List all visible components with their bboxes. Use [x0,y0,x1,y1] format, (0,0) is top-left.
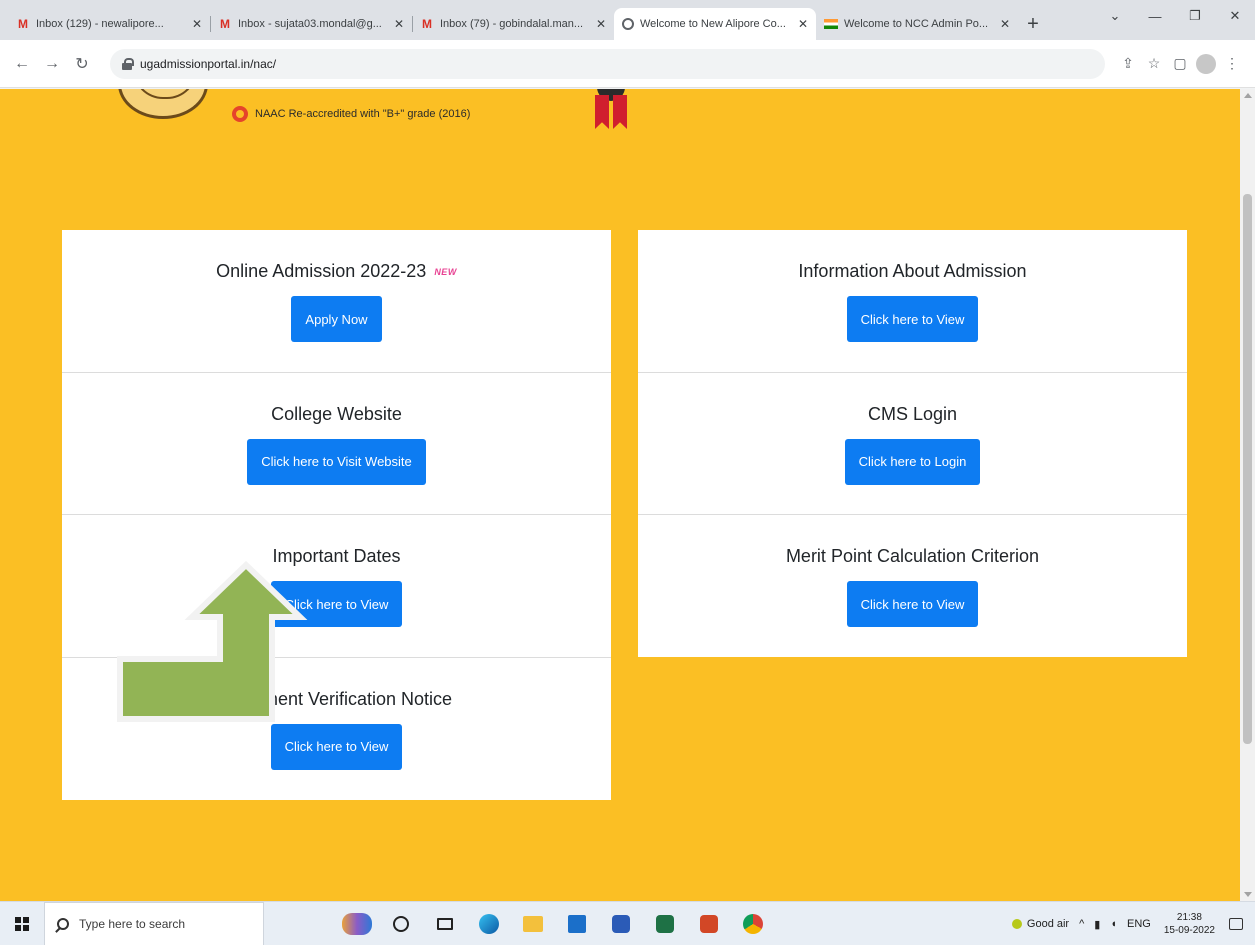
close-icon[interactable]: ✕ [192,17,202,31]
apply-now-button[interactable]: Apply Now [291,296,382,342]
file-explorer-icon[interactable] [515,906,551,942]
cms-login-button[interactable]: Click here to Login [844,438,981,485]
close-icon[interactable]: ✕ [798,17,808,31]
scroll-down-icon[interactable] [1244,892,1252,897]
clock-date: 15-09-2022 [1163,925,1215,936]
chevron-down-icon[interactable]: ⌄ [1095,0,1135,32]
browser-tab-strip: M Inbox (129) - newalipore... ✕ M Inbox … [0,0,1255,40]
merit-point-heading: Merit Point Calculation Criterion [785,546,1040,566]
weather-text: Good air [1026,918,1070,930]
task-view-icon[interactable] [427,906,463,942]
browser-tab[interactable]: M Inbox (79) - gobindalal.man... ✕ [412,8,614,40]
scroll-up-icon[interactable] [1244,93,1252,98]
volume-icon[interactable]: ◖ [1110,918,1117,930]
tab-title: Welcome to New Alipore Co... [640,18,786,30]
minimize-icon[interactable]: — [1135,0,1175,32]
close-icon[interactable]: ✕ [596,17,606,31]
page-scrollbar[interactable] [1240,89,1255,901]
merit-point-view-button[interactable]: Click here to View [846,581,979,627]
language-indicator[interactable]: ENG [1127,918,1151,930]
gmail-icon: M [220,17,230,31]
taskbar-search-box[interactable]: Type here to search [44,901,264,945]
back-arrow-icon[interactable]: ← [10,52,34,76]
cms-login-heading: CMS Login [867,403,958,424]
college-emblem-icon [118,89,208,119]
powerpoint-app-icon[interactable] [691,906,727,942]
notification-icon[interactable] [1229,918,1243,930]
air-quality-icon [1011,919,1022,929]
online-admission-section: Online Admission 2022-23 NEW Apply Now [62,230,611,373]
naac-text: NAAC Re-accredited with "B+" grade (2016… [255,108,471,120]
chrome-icon[interactable] [735,906,771,942]
share-icon[interactable]: ⇪ [1115,51,1141,77]
tab-title: Inbox - sujata03.mondal@g... [238,18,382,30]
admission-info-view-button[interactable]: Click here to View [846,296,979,342]
browser-tab[interactable]: M Inbox - sujata03.mondal@g... ✕ [210,8,412,40]
new-tab-button[interactable]: + [1018,8,1048,40]
side-panel-icon[interactable]: ▢ [1167,51,1193,77]
green-arrow-annotation-icon [117,560,308,722]
network-icon[interactable]: ▮ [1094,918,1100,931]
browser-tab[interactable]: M Inbox (129) - newalipore... ✕ [8,8,210,40]
globe-icon [622,18,634,30]
system-tray: Good air ^ ▮ ◖ ENG 21:38 15-09-2022 [1007,902,1255,945]
close-window-icon[interactable]: ✕ [1215,0,1255,32]
close-icon[interactable]: ✕ [1000,17,1010,31]
forward-arrow-icon[interactable]: → [40,52,64,76]
edge-icon[interactable] [471,906,507,942]
naac-accreditation: NAAC Re-accredited with "B+" grade (2016… [232,106,470,122]
word-app-icon[interactable] [603,906,639,942]
clock[interactable]: 21:38 15-09-2022 [1164,911,1215,937]
clock-time: 21:38 [1176,912,1202,923]
visit-website-button[interactable]: Click here to Visit Website [247,438,426,485]
news-widget-icon[interactable] [339,906,375,942]
search-icon [57,917,69,930]
chevron-up-icon[interactable]: ^ [1079,918,1084,930]
right-links-card: Information About Admission Click here t… [638,230,1187,657]
kebab-menu-icon[interactable]: ⋮ [1219,51,1245,77]
cms-login-section: CMS Login Click here to Login [638,373,1187,515]
browser-toolbar: ← → ↻ ugadmissionportal.in/nac/ ⇪ ☆ ▢ ⋮ [0,40,1255,88]
admission-info-section: Information About Admission Click here t… [638,230,1187,373]
address-bar[interactable]: ugadmissionportal.in/nac/ [110,48,1105,79]
reload-icon[interactable]: ↻ [70,52,94,76]
document-verification-view-button[interactable]: Click here to View [270,723,403,770]
tab-title: Inbox (129) - newalipore... [36,18,164,30]
naac-logo-icon [232,106,248,122]
close-icon[interactable]: ✕ [394,17,404,31]
weather-widget[interactable]: Good air [1011,918,1070,930]
excel-app-icon[interactable] [647,906,683,942]
scrollbar-thumb[interactable] [1243,194,1252,744]
store-icon[interactable] [559,906,595,942]
college-website-section: College Website Click here to Visit Webs… [62,373,611,515]
admission-info-heading: Information About Admission [798,261,1027,281]
gmail-icon: M [18,17,28,31]
section-heading: Online Admission 2022-23 NEW [216,261,457,282]
search-placeholder: Type here to search [79,916,186,931]
profile-avatar-icon[interactable] [1196,53,1216,74]
merit-point-section: Merit Point Calculation Criterion Click … [638,515,1187,658]
college-website-heading: College Website [271,403,402,424]
taskbar-apps [339,906,779,942]
online-admission-heading: Online Admission 2022-23 [216,261,427,281]
windows-taskbar: Type here to search Good air ^ ▮ ◖ ENG 2… [0,901,1255,945]
new-badge: NEW [434,266,457,277]
window-controls: ⌄ — ❐ ✕ [1095,0,1255,32]
lock-icon [122,57,134,70]
star-icon[interactable]: ☆ [1141,51,1167,77]
page-viewport: NAAC Re-accredited with "B+" grade (2016… [0,89,1240,901]
tab-title: Welcome to NCC Admin Po... [844,18,989,30]
browser-tab-active[interactable]: Welcome to New Alipore Co... ✕ [614,8,816,40]
cortana-icon[interactable] [383,906,419,942]
flag-icon [824,19,838,29]
browser-tab[interactable]: Welcome to NCC Admin Po... ✕ [816,8,1018,40]
award-ribbon-icon [592,89,630,139]
toolbar-icons: ⇪ ☆ ▢ ⋮ [1115,51,1245,77]
gmail-icon: M [422,17,432,31]
tab-title: Inbox (79) - gobindalal.man... [440,18,584,30]
windows-start-icon[interactable] [0,902,44,945]
restore-icon[interactable]: ❐ [1175,0,1215,32]
url-text: ugadmissionportal.in/nac/ [140,56,277,71]
